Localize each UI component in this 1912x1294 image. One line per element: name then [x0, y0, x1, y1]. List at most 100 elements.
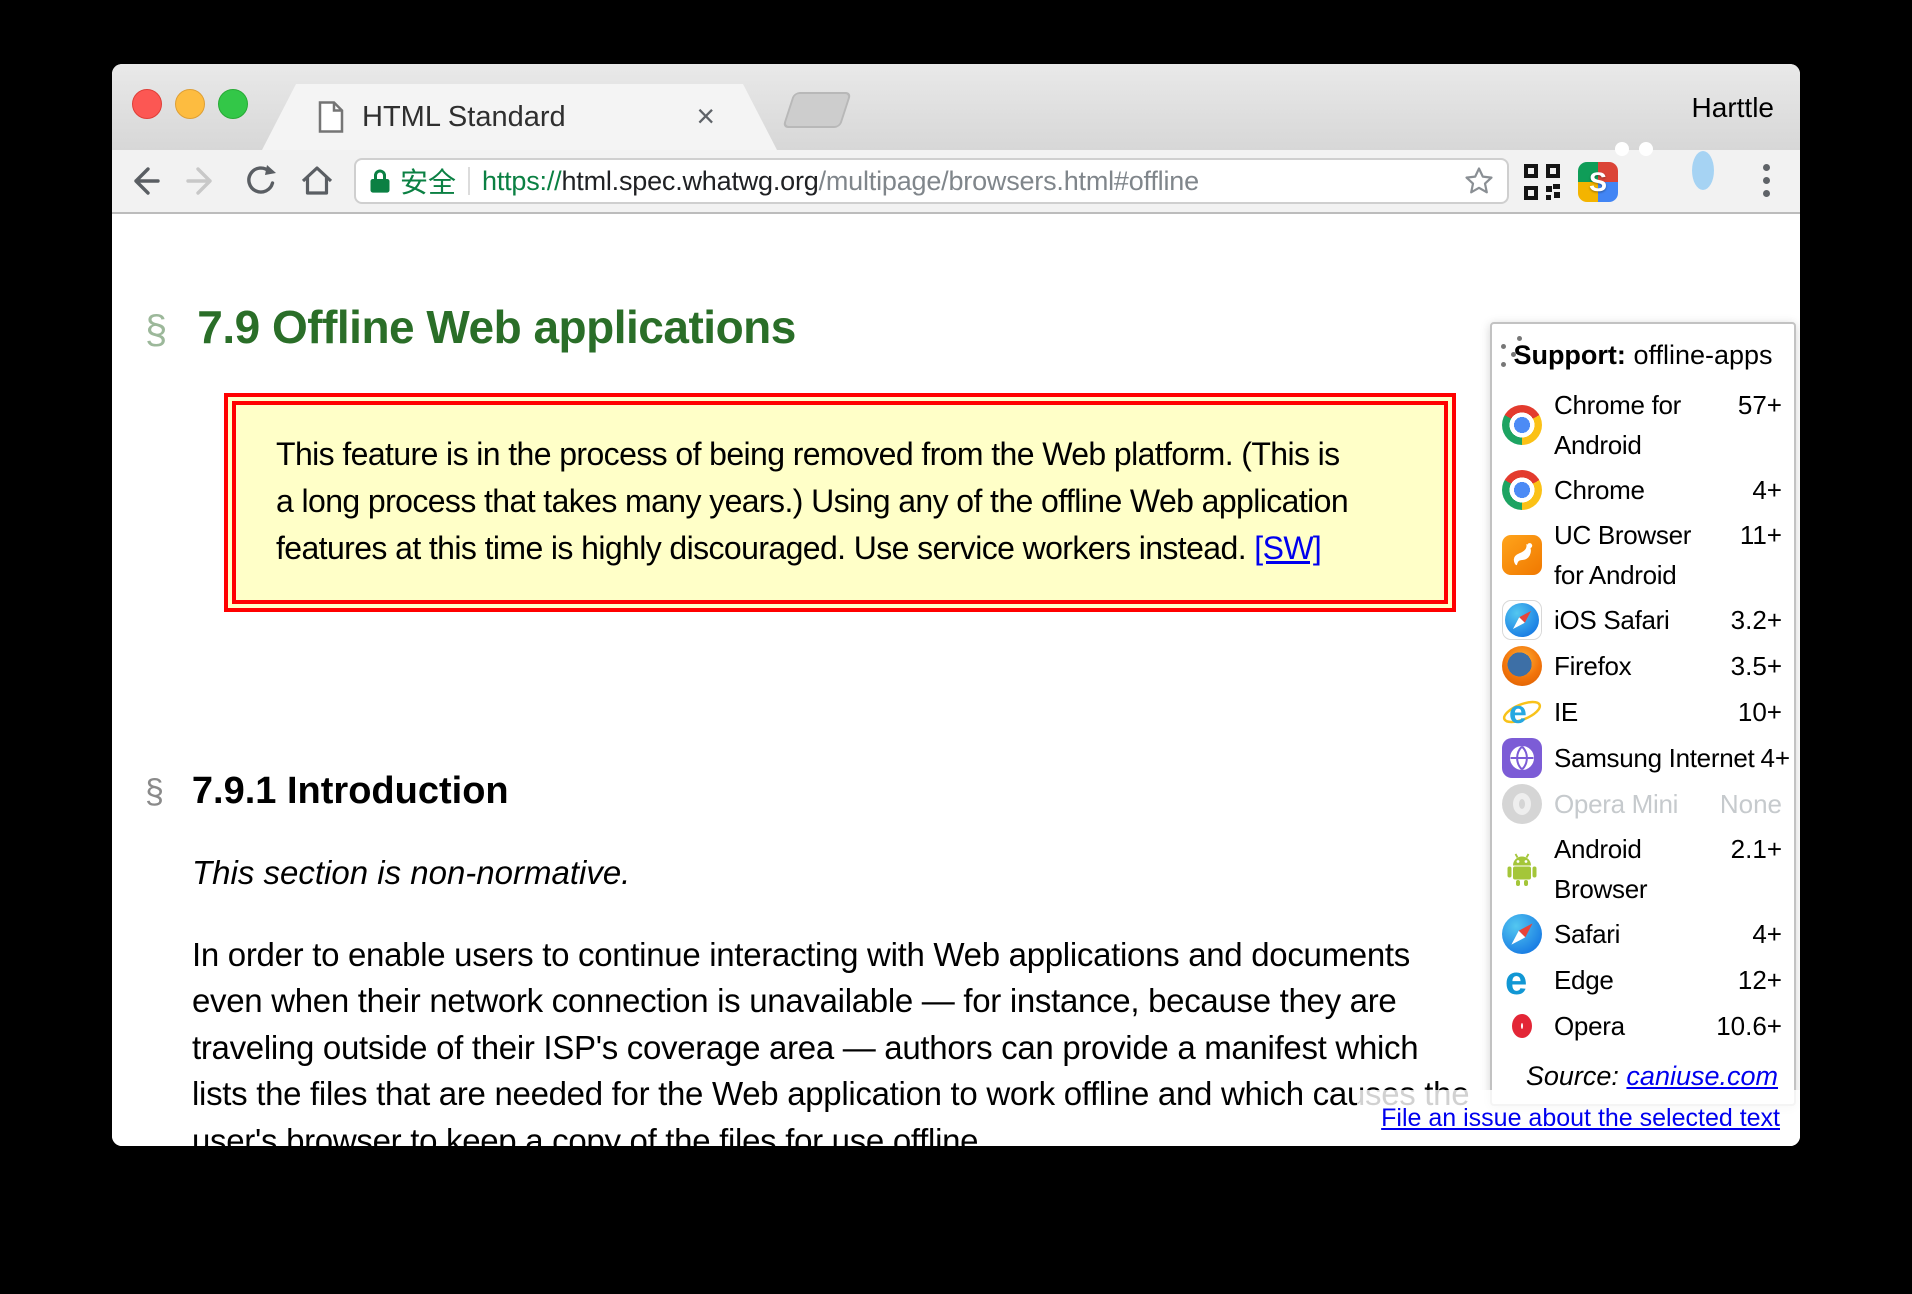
file-issue-bar: File an issue about the selected text — [1357, 1090, 1800, 1146]
url-divider — [468, 167, 470, 195]
paragraph-line: even when their network connection is un… — [192, 982, 1396, 1020]
tab-strip: HTML Standard × Harttle — [112, 64, 1800, 150]
security-chip-label[interactable]: 安全 — [400, 161, 456, 201]
qr-code-icon — [1522, 162, 1562, 202]
uc-browser-icon — [1502, 535, 1542, 575]
support-row-samsung-internet: Samsung Internet 4+ — [1492, 735, 1794, 781]
browser-name: Edge — [1554, 960, 1614, 1000]
s-extension-button[interactable]: S — [1578, 162, 1618, 202]
bookmark-star-icon[interactable] — [1463, 165, 1495, 197]
browser-version: 11+ — [1734, 515, 1782, 555]
browser-version: 2.1+ — [1725, 829, 1782, 869]
browser-version: 3.5+ — [1725, 646, 1782, 686]
browser-version: 3.2+ — [1725, 600, 1782, 640]
forward-button[interactable] — [182, 162, 220, 200]
internet-explorer-icon: e — [1502, 692, 1542, 732]
browser-version: 57+ — [1732, 385, 1782, 425]
support-row-ios-safari: iOS Safari 3.2+ — [1492, 597, 1794, 643]
browser-name: Opera Mini — [1554, 784, 1678, 824]
page-content: § 7.9 Offline Web applications This feat… — [112, 214, 1800, 1146]
support-row-chrome-android: Chrome for Android 57+ — [1492, 383, 1794, 467]
safari-icon — [1502, 914, 1542, 954]
support-row-android-browser: Android Browser 2.1+ — [1492, 827, 1794, 911]
support-row-opera: Opera 10.6+ — [1492, 1003, 1794, 1049]
url-domain: html.spec.whatwg.org — [561, 166, 818, 196]
support-row-opera-mini: Opera Mini None — [1492, 781, 1794, 827]
opera-icon — [1502, 1006, 1542, 1046]
support-panel-header: Support: offline-apps — [1492, 334, 1794, 383]
donut-extension-button[interactable] — [1692, 162, 1732, 202]
section-heading-7-9-1: § 7.9.1 Introduction — [145, 770, 509, 813]
support-row-safari: Safari 4+ — [1492, 911, 1794, 957]
chrome-icon — [1502, 470, 1542, 510]
paragraph-line: traveling outside of their ISP's coverag… — [192, 1029, 1418, 1067]
browser-name: Chrome for Android — [1554, 385, 1722, 465]
svg-text:e: e — [1509, 694, 1527, 730]
browser-name: Firefox — [1554, 646, 1631, 686]
browser-version: 10+ — [1732, 692, 1782, 732]
samsung-internet-icon — [1502, 738, 1542, 778]
section-marker-icon[interactable]: § — [145, 773, 164, 812]
back-arrow-icon — [126, 162, 164, 200]
support-row-uc-browser: UC Browser for Android 11+ — [1492, 513, 1794, 597]
source-label: Source: — [1526, 1061, 1619, 1091]
ios-safari-icon — [1502, 600, 1542, 640]
firefox-icon — [1502, 646, 1542, 686]
sw-spec-link[interactable]: [SW] — [1254, 530, 1321, 566]
support-row-firefox: Firefox 3.5+ — [1492, 643, 1794, 689]
browser-version: None — [1714, 784, 1782, 824]
section-marker-icon[interactable]: § — [145, 308, 167, 353]
warning-line: features at this time is highly discoura… — [276, 525, 1404, 572]
zoom-window-button[interactable] — [218, 89, 248, 119]
tab-title: HTML Standard — [362, 101, 566, 134]
tab-close-icon[interactable]: × — [696, 98, 715, 134]
chrome-icon — [1502, 405, 1542, 445]
traffic-lights — [132, 89, 248, 119]
page-icon — [318, 101, 344, 133]
support-feature-name: offline-apps — [1633, 340, 1772, 370]
s-extension-icon: S — [1578, 162, 1618, 202]
browser-version: 10.6+ — [1710, 1006, 1782, 1046]
browser-version: 4+ — [1754, 738, 1790, 778]
support-row-chrome: Chrome 4+ — [1492, 467, 1794, 513]
section-heading-7-9: § 7.9 Offline Web applications — [145, 300, 796, 354]
file-issue-link[interactable]: File an issue about the selected text — [1381, 1104, 1780, 1133]
new-tab-button[interactable] — [782, 92, 852, 128]
browser-name: Android Browser — [1554, 829, 1722, 909]
opera-mini-icon — [1502, 784, 1542, 824]
address-bar[interactable]: 安全 https://html.spec.whatwg.org/multipag… — [354, 158, 1509, 204]
url-text[interactable]: https://html.spec.whatwg.org/multipage/b… — [482, 166, 1199, 197]
minimize-window-button[interactable] — [175, 89, 205, 119]
warning-line-text: features at this time is highly discoura… — [276, 530, 1246, 566]
edge-icon: e — [1502, 960, 1542, 1000]
heading-offline-web-applications: 7.9 Offline Web applications — [197, 300, 796, 354]
close-window-button[interactable] — [132, 89, 162, 119]
donut-extension-icon — [1692, 151, 1714, 190]
heading-introduction: 7.9.1 Introduction — [192, 770, 509, 813]
secure-lock-icon[interactable] — [368, 168, 392, 194]
reload-icon — [242, 162, 280, 200]
qr-extension-button[interactable] — [1522, 162, 1562, 202]
support-label: Support: — [1513, 340, 1625, 370]
browser-version: 12+ — [1732, 960, 1782, 1000]
paragraph-line: lists the files that are needed for the … — [192, 1075, 1469, 1113]
home-icon — [298, 162, 336, 200]
browser-name: Chrome — [1554, 470, 1645, 510]
browser-name: Opera — [1554, 1006, 1625, 1046]
url-scheme: https:// — [482, 166, 561, 196]
tab-html-standard[interactable]: HTML Standard × — [262, 84, 777, 150]
caniuse-link[interactable]: caniuse.com — [1626, 1061, 1778, 1091]
dark-extension-button[interactable] — [1634, 162, 1674, 202]
browser-menu-button[interactable] — [1762, 164, 1770, 200]
url-path: /multipage/browsers.html#offline — [819, 166, 1199, 196]
browser-name: IE — [1554, 692, 1578, 732]
browser-name: Samsung Internet — [1554, 738, 1754, 778]
support-row-ie: e IE 10+ — [1492, 689, 1794, 735]
home-button[interactable] — [298, 162, 336, 200]
browser-name: Safari — [1554, 914, 1620, 954]
caniuse-support-panel: Support: offline-apps Chrome for Android… — [1490, 322, 1796, 1106]
warning-line: a long process that takes many years.) U… — [276, 478, 1404, 525]
back-button[interactable] — [126, 162, 164, 200]
reload-button[interactable] — [242, 162, 280, 200]
removal-warning-box: This feature is in the process of being … — [224, 393, 1456, 612]
